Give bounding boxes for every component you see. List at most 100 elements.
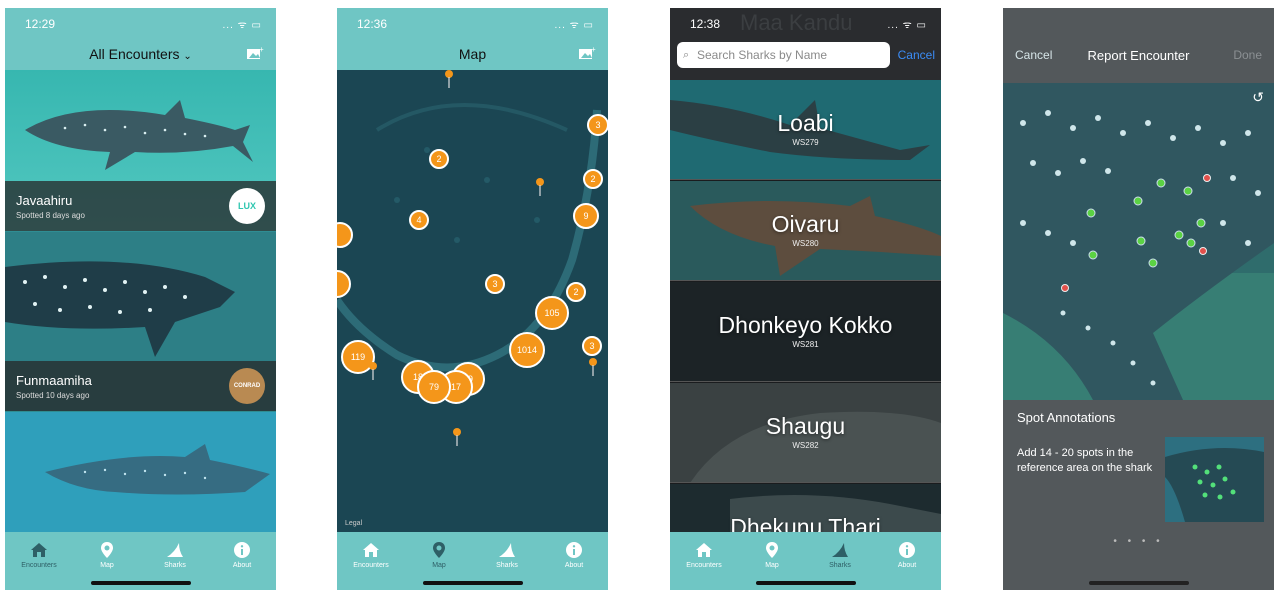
status-bar: 12:36 ... ᯤ ▭ <box>337 8 608 32</box>
map-cluster[interactable]: 2 <box>583 169 603 189</box>
map-pin-icon[interactable] <box>444 70 454 88</box>
shark-fin-icon <box>141 540 209 560</box>
status-time: 12:38 <box>690 17 721 31</box>
shark-name: Dhonkeyo Kokko <box>718 312 893 338</box>
sharks-screen: 12:38 Maa Kandu ... ᯤ ▭ ⌕ Search Sharks … <box>670 8 941 590</box>
tab-bar: Encounters Map Sharks About <box>5 532 276 590</box>
report-encounter-screen: Cancel Report Encounter Done ↺ Spot Anno… <box>1003 8 1274 590</box>
resort-logo: LUX <box>229 188 265 224</box>
info-icon <box>540 540 608 560</box>
map-pin-icon[interactable] <box>535 178 545 196</box>
shark-name: Oivaru <box>771 211 840 237</box>
map-cluster[interactable]: 2 <box>566 282 586 302</box>
tab-label: Encounters <box>686 562 722 569</box>
search-placeholder: Search Sharks by Name <box>697 48 828 62</box>
tab-label: Encounters <box>353 562 389 569</box>
tab-about[interactable]: About <box>540 540 608 569</box>
shark-name: Loabi <box>777 110 834 136</box>
spotted-time: Spotted 10 days ago <box>16 391 90 400</box>
reef-outline <box>337 70 608 532</box>
tab-map[interactable]: Map <box>73 540 141 569</box>
tab-about[interactable]: About <box>208 540 276 569</box>
home-icon <box>5 540 73 560</box>
shark-list-item[interactable]: Shaugu WS282 <box>670 383 941 483</box>
satellite-map[interactable]: 3 2 2 9 4 3 2 105 1014 3 119 18 59 17 79 <box>337 70 608 532</box>
resort-logo: CONRAD <box>229 368 265 404</box>
encounter-photo <box>5 412 276 532</box>
tab-bar: Encounters Map Sharks About <box>337 532 608 590</box>
home-indicator <box>1088 581 1189 585</box>
tab-label: Sharks <box>496 562 518 569</box>
shark-fin-icon <box>473 540 541 560</box>
tab-map[interactable]: Map <box>405 540 473 569</box>
encounter-card[interactable]: Funmaamiha Spotted 10 days ago CONRAD <box>5 232 276 411</box>
encounters-filter-dropdown[interactable]: All Encounters ⌄ <box>5 46 276 62</box>
map-cluster[interactable]: 2 <box>429 149 449 169</box>
tab-label: Map <box>765 562 779 569</box>
chevron-down-icon: ⌄ <box>183 51 192 62</box>
shark-id: WS279 <box>792 138 819 147</box>
tab-label: About <box>232 562 252 569</box>
map-pin-icon[interactable] <box>588 358 598 376</box>
shark-fin-icon <box>806 540 874 560</box>
navigation-bar: Cancel Report Encounter Done <box>1003 8 1274 83</box>
info-icon <box>208 540 276 560</box>
search-icon: ⌕ <box>683 49 690 61</box>
tab-label: About <box>564 562 584 569</box>
map-cluster[interactable]: 3 <box>587 114 608 136</box>
status-bar: 12:38 Maa Kandu ... ᯤ ▭ <box>670 8 941 35</box>
shark-name: Funmaamiha <box>16 373 92 388</box>
faded-header-text: Maa Kandu <box>740 10 853 35</box>
tab-label: About <box>897 562 917 569</box>
encounter-info-bar: Funmaamiha Spotted 10 days ago CONRAD <box>5 361 276 411</box>
shark-list-item[interactable]: Dhonkeyo Kokko WS281 <box>670 282 941 382</box>
status-icons: ... ᯤ ▭ <box>222 20 262 31</box>
encounter-card[interactable]: Javaahiru Spotted 8 days ago LUX <box>5 70 276 231</box>
cancel-button[interactable]: Cancel <box>898 48 935 62</box>
instructions-text: Add 14 - 20 spots in the reference area … <box>1017 447 1153 474</box>
home-icon <box>337 540 405 560</box>
navigation-bar: 12:29 ... ᯤ ▭ All Encounters ⌄ + <box>5 8 276 70</box>
encounter-card[interactable] <box>5 412 276 532</box>
shark-annotation-photo[interactable]: ↺ <box>1003 83 1274 400</box>
tab-map[interactable]: Map <box>738 540 806 569</box>
map-pin-icon[interactable] <box>368 362 378 380</box>
map-legal-link[interactable]: Legal <box>345 520 362 527</box>
search-input[interactable]: ⌕ Search Sharks by Name <box>677 42 890 68</box>
status-time: 12:36 <box>357 17 388 31</box>
page-indicator[interactable]: • • • • <box>1003 536 1274 547</box>
spotted-time: Spotted 8 days ago <box>16 211 85 220</box>
home-icon <box>670 540 738 560</box>
map-cluster[interactable]: 4 <box>409 210 429 230</box>
tab-sharks[interactable]: Sharks <box>473 540 541 569</box>
search-header: 12:38 Maa Kandu ... ᯤ ▭ ⌕ Search Sharks … <box>670 8 941 80</box>
tab-encounters[interactable]: Encounters <box>337 540 405 569</box>
map-cluster[interactable]: 1014 <box>509 332 545 368</box>
tab-sharks[interactable]: Sharks <box>141 540 209 569</box>
page-title: Map <box>458 46 487 62</box>
tab-encounters[interactable]: Encounters <box>5 540 73 569</box>
tab-sharks[interactable]: Sharks <box>806 540 874 569</box>
shark-list-item[interactable]: Loabi WS279 <box>670 80 941 180</box>
tab-about[interactable]: About <box>873 540 941 569</box>
tab-label: Sharks <box>164 562 186 569</box>
tab-label: Map <box>432 562 446 569</box>
shark-id: WS282 <box>792 441 819 450</box>
page-dots: • • • • <box>1113 536 1164 547</box>
map-cluster[interactable]: 3 <box>582 336 602 356</box>
add-photo-icon[interactable]: + <box>246 46 264 60</box>
status-time: 12:29 <box>25 17 56 31</box>
shark-id: WS280 <box>792 239 819 248</box>
home-indicator <box>422 581 523 585</box>
add-photo-icon[interactable]: + <box>578 46 596 60</box>
shark-list-item[interactable]: Oivaru WS280 <box>670 181 941 281</box>
map-cluster[interactable]: 3 <box>485 274 505 294</box>
map-cluster[interactable]: 105 <box>535 296 569 330</box>
section-title: Spot Annotations <box>1017 410 1116 425</box>
done-button[interactable]: Done <box>1233 48 1262 62</box>
tab-encounters[interactable]: Encounters <box>670 540 738 569</box>
map-cluster[interactable]: 9 <box>573 203 599 229</box>
map-pin-icon[interactable] <box>452 428 462 446</box>
map-cluster[interactable]: 79 <box>417 370 451 404</box>
undo-icon[interactable]: ↺ <box>1252 89 1264 106</box>
